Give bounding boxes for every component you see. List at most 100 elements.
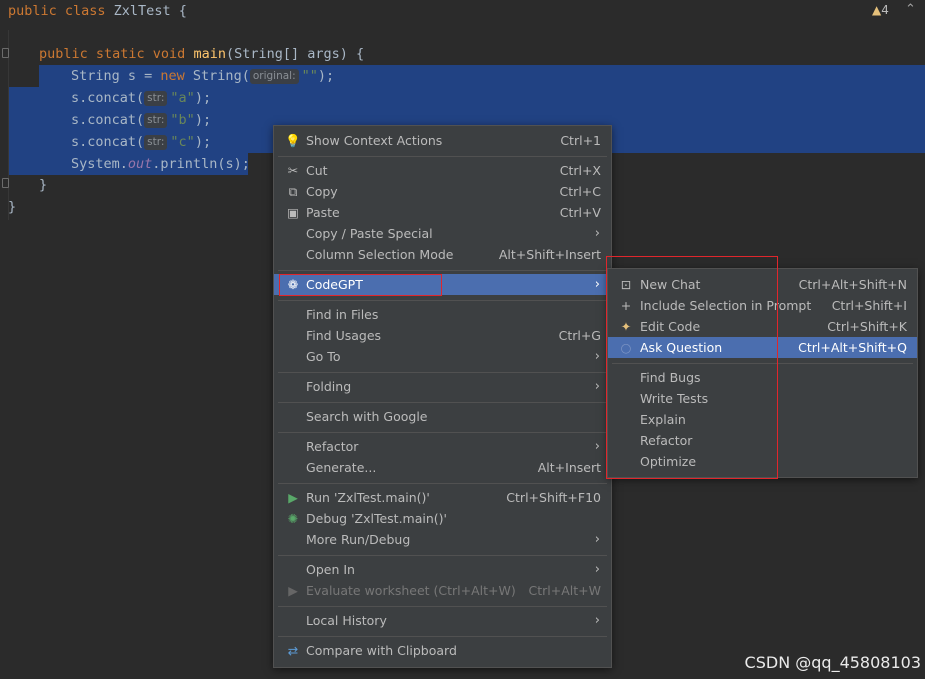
keyword: public static void <box>39 46 186 62</box>
submenu-item-ask-question[interactable]: ○ Ask Question Ctrl+Alt+Shift+Q <box>608 337 917 358</box>
menu-item-label: Ask Question <box>640 340 723 355</box>
menu-item-label: Show Context Actions <box>306 133 443 148</box>
menu-item-evaluate-worksheet: ▶ Evaluate worksheet (Ctrl+Alt+W) Ctrl+A… <box>274 580 611 601</box>
menu-separator <box>278 555 607 556</box>
submenu-item-optimize[interactable]: Optimize <box>608 451 917 472</box>
chevron-up-icon[interactable]: ⌃ <box>905 2 916 17</box>
code-text: String( <box>184 68 250 84</box>
fold-marker[interactable] <box>2 178 9 188</box>
menu-item-local-history[interactable]: Local History › <box>274 610 611 631</box>
parameter-hint: str: <box>144 135 168 150</box>
menu-item-folding[interactable]: Folding › <box>274 376 611 397</box>
static-field: out <box>127 156 153 172</box>
submenu-item-explain[interactable]: Explain <box>608 409 917 430</box>
menu-separator <box>278 606 607 607</box>
chevron-right-icon: › <box>594 613 600 628</box>
menu-separator <box>278 300 607 301</box>
menu-item-label: Cut <box>306 163 328 178</box>
menu-item-label: Open In <box>306 562 355 577</box>
submenu-item-edit-code[interactable]: ✦ Edit Code Ctrl+Shift+K <box>608 316 917 337</box>
submenu-item-new-chat[interactable]: ⊡ New Chat Ctrl+Alt+Shift+N <box>608 274 917 295</box>
menu-item-label: Column Selection Mode <box>306 247 454 262</box>
submenu-item-include-selection[interactable]: + Include Selection in Prompt Ctrl+Shift… <box>608 295 917 316</box>
menu-separator <box>278 156 607 157</box>
menu-item-show-context-actions[interactable]: 💡 Show Context Actions Ctrl+1 <box>274 130 611 151</box>
menu-item-label: Refactor <box>640 433 693 448</box>
menu-item-label: Folding <box>306 379 352 394</box>
menu-item-search-with-google[interactable]: Search with Google <box>274 406 611 427</box>
menu-item-cut[interactable]: ✂ Cut Ctrl+X <box>274 160 611 181</box>
chevron-right-icon: › <box>594 349 600 364</box>
string-literal: "a" <box>170 90 195 106</box>
menu-item-label: Find in Files <box>306 307 379 322</box>
fold-marker[interactable] <box>2 48 9 58</box>
menu-item-run[interactable]: ▶ Run 'ZxlTest.main()' Ctrl+Shift+F10 <box>274 487 611 508</box>
menu-item-debug[interactable]: ✺ Debug 'ZxlTest.main()' <box>274 508 611 529</box>
new-chat-icon: ⊡ <box>620 277 632 292</box>
menu-item-shortcut: Ctrl+Shift+F10 <box>506 490 601 505</box>
scissors-icon: ✂ <box>287 163 299 178</box>
code-text: System. <box>71 156 128 172</box>
submenu-item-refactor[interactable]: Refactor <box>608 430 917 451</box>
code-text: .println(s); <box>152 156 250 172</box>
sparkle-icon: ✦ <box>620 319 632 334</box>
menu-item-column-selection-mode[interactable]: Column Selection Mode Alt+Shift+Insert <box>274 244 611 265</box>
menu-item-shortcut: Alt+Shift+Insert <box>498 247 601 262</box>
menu-item-open-in[interactable]: Open In › <box>274 559 611 580</box>
menu-item-label: Find Bugs <box>640 370 701 385</box>
code-line-1[interactable]: public class ZxlTest { <box>8 0 925 22</box>
menu-separator <box>278 402 607 403</box>
chevron-right-icon: › <box>594 439 600 454</box>
run-icon: ▶ <box>288 490 298 505</box>
menu-item-copy-paste-special[interactable]: Copy / Paste Special › <box>274 223 611 244</box>
menu-item-shortcut: Ctrl+C <box>559 184 601 199</box>
menu-item-label: Debug 'ZxlTest.main()' <box>306 511 447 526</box>
code-line-5[interactable]: s.concat(str: "a"); <box>71 87 925 109</box>
menu-item-shortcut: Ctrl+Shift+K <box>827 319 907 334</box>
menu-item-shortcut: Ctrl+Alt+W <box>528 583 601 598</box>
plus-icon: + <box>620 298 632 313</box>
menu-item-paste[interactable]: ▣ Paste Ctrl+V <box>274 202 611 223</box>
menu-separator <box>278 636 607 637</box>
openai-icon: ❁ <box>287 277 299 292</box>
menu-item-find-in-files[interactable]: Find in Files <box>274 304 611 325</box>
code-line-3[interactable]: public static void main(String[] args) { <box>39 43 925 65</box>
menu-item-label: Include Selection in Prompt <box>640 298 812 313</box>
chevron-right-icon: › <box>594 226 600 241</box>
submenu-item-write-tests[interactable]: Write Tests <box>608 388 917 409</box>
menu-item-shortcut: Ctrl+Alt+Shift+N <box>798 277 907 292</box>
parameter-hint: str: <box>144 91 168 106</box>
context-menu: 💡 Show Context Actions Ctrl+1 ✂ Cut Ctrl… <box>273 125 612 668</box>
menu-item-label: Local History <box>306 613 387 628</box>
run-icon: ▶ <box>288 583 298 598</box>
menu-item-shortcut: Ctrl+Alt+Shift+Q <box>798 340 907 355</box>
menu-item-refactor[interactable]: Refactor › <box>274 436 611 457</box>
menu-item-compare-with-clipboard[interactable]: ⇄ Compare with Clipboard <box>274 640 611 661</box>
warnings-indicator[interactable]: ▲4 <box>872 3 889 17</box>
menu-item-find-usages[interactable]: Find Usages Ctrl+G <box>274 325 611 346</box>
parameter-hint: str: <box>144 113 168 128</box>
menu-item-copy[interactable]: ⧉ Copy Ctrl+C <box>274 181 611 202</box>
code-text: ); <box>194 134 212 150</box>
menu-item-shortcut: Ctrl+1 <box>560 133 601 148</box>
menu-item-shortcut: Ctrl+G <box>558 328 601 343</box>
code-line-4[interactable]: String s = new String(original: ""); <box>71 65 925 87</box>
menu-item-label: Copy / Paste Special <box>306 226 433 241</box>
menu-item-generate[interactable]: Generate... Alt+Insert <box>274 457 611 478</box>
menu-separator <box>278 372 607 373</box>
code-text: ); <box>194 90 212 106</box>
code-text: s.concat( <box>71 112 145 128</box>
menu-item-label: Find Usages <box>306 328 382 343</box>
code-text: (String[] args) { <box>225 46 365 62</box>
menu-item-more-run-debug[interactable]: More Run/Debug › <box>274 529 611 550</box>
menu-item-label: Write Tests <box>640 391 709 406</box>
compare-icon: ⇄ <box>287 643 299 658</box>
lightbulb-icon: 💡 <box>285 133 301 148</box>
string-literal: "b" <box>170 112 195 128</box>
menu-item-codegpt[interactable]: ❁ CodeGPT › <box>274 274 611 295</box>
menu-item-go-to[interactable]: Go To › <box>274 346 611 367</box>
code-text: s.concat( <box>71 134 145 150</box>
submenu-item-find-bugs[interactable]: Find Bugs <box>608 367 917 388</box>
class-name: ZxlTest { <box>105 3 187 19</box>
menu-separator <box>612 363 913 364</box>
